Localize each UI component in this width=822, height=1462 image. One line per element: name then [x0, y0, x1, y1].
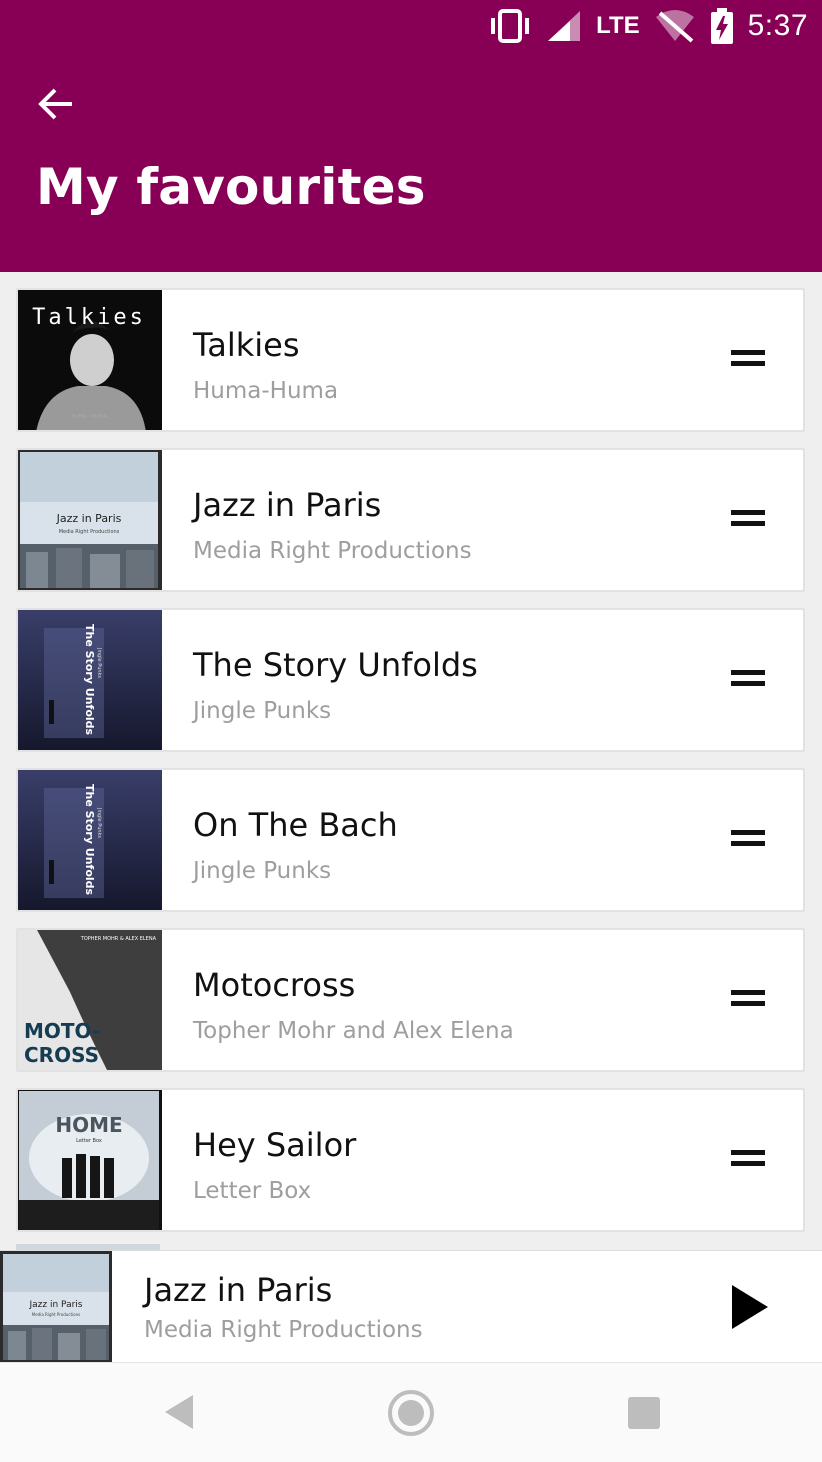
signal-icon — [548, 11, 581, 41]
list-item[interactable]: HOME Letter Box Hey Sailor Letter Box — [16, 1088, 805, 1232]
album-cover: HOME Letter Box — [18, 1090, 162, 1230]
track-title: Talkies — [193, 326, 300, 364]
cover-title: HOME — [55, 1113, 122, 1137]
page-title: My favourites — [36, 158, 426, 216]
drag-handle-icon[interactable] — [731, 670, 765, 690]
album-cover: TOPHER MOHR & ALEX ELENA MOTO- CROSS — [18, 930, 162, 1070]
nav-home-icon[interactable] — [388, 1390, 434, 1436]
back-button[interactable] — [34, 82, 78, 126]
nav-recents-icon[interactable] — [628, 1397, 660, 1429]
track-artist: Media Right Productions — [193, 538, 472, 564]
track-artist: Huma-Huma — [193, 378, 339, 404]
cover-subtitle: HUMA - HUMA — [71, 414, 107, 420]
wifi-off-icon — [655, 10, 694, 43]
cover-title: MOTO- — [24, 1019, 100, 1043]
cover-subtitle: Jingle Punks — [96, 807, 102, 838]
drag-handle-icon[interactable] — [731, 1150, 765, 1170]
list-item[interactable]: Talkies HUMA - HUMA Talkies Huma-Huma — [16, 288, 805, 432]
cover-title: Talkies — [32, 305, 146, 330]
album-cover: Jazz in Paris Media Right Productions — [18, 450, 162, 590]
status-bar: LTE 5:37 — [488, 0, 822, 52]
cover-title-line2: CROSS — [24, 1043, 99, 1067]
album-cover: The Story Unfolds Jingle Punks — [18, 770, 162, 910]
track-title: Motocross — [193, 966, 356, 1004]
network-type: LTE — [596, 12, 640, 39]
now-playing-artist: Media Right Productions — [144, 1317, 423, 1343]
track-title: Jazz in Paris — [193, 486, 382, 524]
battery-charging-icon — [710, 8, 733, 44]
cover-title: The Story Unfolds — [83, 784, 96, 896]
track-title: The Story Unfolds — [193, 646, 478, 684]
track-artist: Jingle Punks — [193, 858, 332, 884]
list-item[interactable]: The Story Unfolds Jingle Punks The Story… — [16, 608, 805, 752]
album-cover: The Story Unfolds Jingle Punks — [18, 610, 162, 750]
album-cover: Talkies HUMA - HUMA — [18, 290, 162, 430]
drag-handle-icon[interactable] — [731, 990, 765, 1010]
play-icon[interactable] — [730, 1283, 770, 1331]
drag-handle-icon[interactable] — [731, 510, 765, 530]
now-playing-bar[interactable]: Jazz in Paris Media Right Productions Ja… — [0, 1250, 822, 1363]
favourites-list: Talkies HUMA - HUMA Talkies Huma-Huma Ja… — [16, 288, 805, 1248]
cover-subtitle: Letter Box — [76, 1138, 102, 1144]
now-playing-title: Jazz in Paris — [144, 1271, 333, 1309]
drag-handle-icon[interactable] — [731, 350, 765, 370]
cover-title: Jazz in Paris — [56, 512, 122, 525]
list-item[interactable]: TOPHER MOHR & ALEX ELENA MOTO- CROSS Mot… — [16, 928, 805, 1072]
list-item[interactable]: Jazz in Paris Media Right Productions Ja… — [16, 448, 805, 592]
clock: 5:37 — [747, 9, 808, 42]
vibrate-icon — [491, 9, 530, 43]
track-title: Hey Sailor — [193, 1126, 357, 1164]
cover-subtitle: TOPHER MOHR & ALEX ELENA — [80, 936, 157, 942]
cover-subtitle: Media Right Productions — [59, 529, 120, 535]
list-item[interactable]: The Story Unfolds Jingle Punks On The Ba… — [16, 768, 805, 912]
app-bar: LTE 5:37 My favourites — [0, 0, 822, 272]
nav-back-icon[interactable] — [163, 1393, 195, 1431]
track-artist: Letter Box — [193, 1178, 312, 1204]
cover-subtitle: Media Right Productions — [32, 1312, 80, 1317]
cover-subtitle: Jingle Punks — [96, 647, 102, 678]
track-artist: Jingle Punks — [193, 698, 332, 724]
track-artist: Topher Mohr and Alex Elena — [193, 1018, 514, 1044]
arrow-left-icon — [38, 88, 72, 120]
album-cover: Jazz in Paris Media Right Productions — [0, 1251, 112, 1363]
cover-title: Jazz in Paris — [29, 1300, 83, 1310]
cover-title: The Story Unfolds — [83, 624, 96, 736]
drag-handle-icon[interactable] — [731, 830, 765, 850]
track-title: On The Bach — [193, 806, 398, 844]
system-nav-bar — [0, 1362, 822, 1462]
